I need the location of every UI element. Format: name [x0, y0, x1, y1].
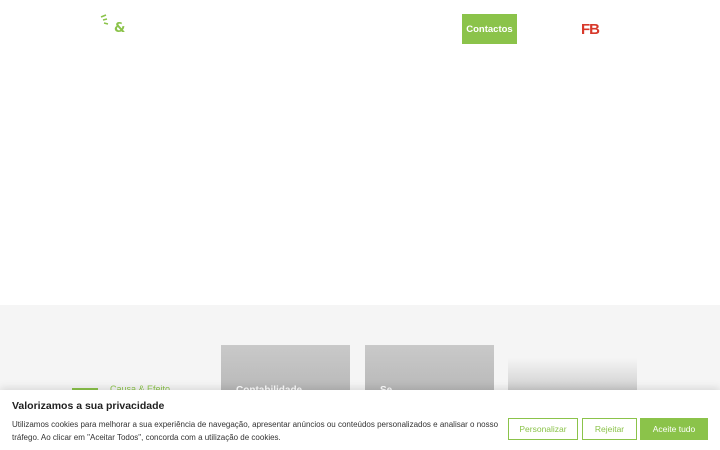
cookie-title: Valorizamos a sua privacidade	[12, 400, 165, 412]
contacts-button[interactable]: Contactos	[462, 14, 517, 44]
logo-ampersand: &	[114, 21, 126, 36]
site-header: & Contactos FB	[0, 0, 720, 60]
customize-button[interactable]: Personalizar	[508, 418, 578, 440]
partner-logo[interactable]: FB	[581, 22, 600, 37]
cookie-consent-banner: Valorizamos a sua privacidade Utilizamos…	[0, 390, 720, 450]
site-logo[interactable]: &	[100, 14, 130, 38]
accept-all-button[interactable]: Aceite tudo	[640, 418, 708, 440]
reject-button[interactable]: Rejeitar	[582, 418, 637, 440]
logo-ticks-icon	[100, 14, 109, 25]
cookie-description: Utilizamos cookies para melhorar a sua e…	[12, 420, 499, 442]
